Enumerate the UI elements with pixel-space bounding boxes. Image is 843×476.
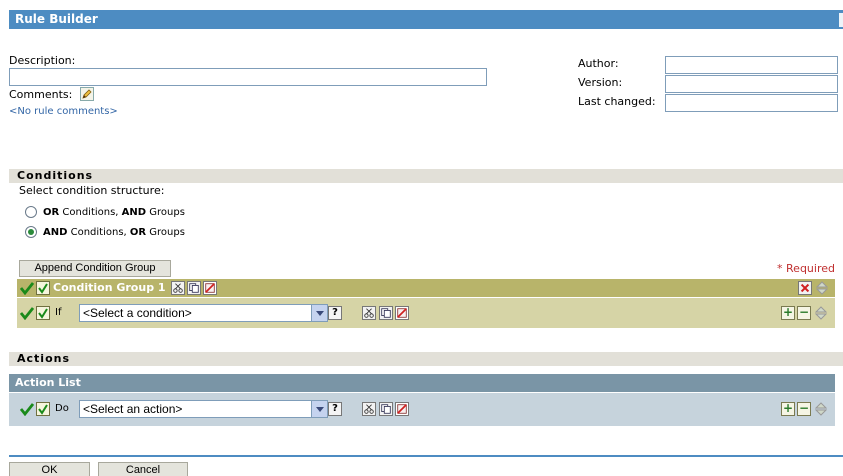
toggle-icon[interactable] [36,402,50,416]
delete-icon[interactable] [203,281,217,295]
chevron-down-icon [311,401,327,417]
append-condition-group-button[interactable]: Append Condition Group [19,260,171,277]
add-action-button[interactable]: + [781,402,795,416]
actions-section-title: Actions [17,352,70,365]
check-icon[interactable] [20,402,34,416]
check-icon[interactable] [20,306,34,320]
action-keyword: Do [55,403,69,414]
delete-icon[interactable] [395,306,409,320]
condition-select-value: <Select a condition> [83,306,192,320]
condition-group-title: Condition Group 1 [53,281,166,294]
version-label: Version: [578,76,623,89]
cut-icon[interactable] [362,402,376,416]
version-input[interactable] [665,75,838,93]
condition-structure-label: Select condition structure: [19,184,165,197]
action-select[interactable]: <Select an action> [79,400,328,418]
up-down-icon[interactable] [815,402,827,416]
minus-icon: − [798,305,810,319]
plus-icon: + [782,305,794,319]
plus-icon: + [782,401,794,415]
author-input[interactable] [665,56,838,74]
description-label: Description: [9,54,76,67]
add-condition-button[interactable]: + [781,306,795,320]
conditions-section-title: Conditions [17,169,94,182]
condition-group-header: Condition Group 1 [17,279,835,297]
up-down-icon[interactable] [816,281,828,295]
action-help-button[interactable]: ? [328,402,342,416]
toggle-icon[interactable] [36,281,50,295]
pencil-icon [82,89,92,99]
action-list-header: Action List [9,374,835,392]
minus-icon: − [798,401,810,415]
page-title: Rule Builder [15,12,98,26]
last-changed-label: Last changed: [578,95,656,108]
condition-select[interactable]: <Select a condition> [79,304,328,322]
action-select-value: <Select an action> [83,402,183,416]
delete-icon[interactable] [395,402,409,416]
rule-comments-text: <No rule comments> [9,106,118,117]
remove-action-button[interactable]: − [797,402,811,416]
condition-help-button[interactable]: ? [328,306,342,320]
copy-icon[interactable] [379,306,393,320]
condition-row: If <Select a condition> ? + − [17,298,835,328]
radio-and-conditions-label: AND Conditions, OR Groups [43,227,185,238]
copy-icon[interactable] [379,402,393,416]
description-input[interactable] [9,68,487,86]
actions-section-header: Actions [9,352,843,366]
ok-button[interactable]: OK [9,462,90,476]
toggle-icon[interactable] [36,306,50,320]
title-bar-edge [839,13,843,27]
up-down-icon[interactable] [815,306,827,320]
check-icon[interactable] [20,281,34,295]
chevron-down-icon [311,305,327,321]
radio-or-conditions-label: OR Conditions, AND Groups [43,207,185,218]
action-list-title: Action List [15,376,81,389]
remove-condition-button[interactable]: − [797,306,811,320]
comments-label: Comments: [9,88,73,101]
title-bar: Rule Builder [9,10,843,29]
cancel-button[interactable]: Cancel [98,462,188,476]
close-icon[interactable] [798,281,812,295]
radio-or-conditions[interactable] [25,206,37,218]
edit-comments-button[interactable] [80,87,94,101]
author-label: Author: [578,57,619,70]
cut-icon[interactable] [362,306,376,320]
footer-divider [9,455,843,457]
required-note: * Required [777,262,835,275]
action-row: Do <Select an action> ? + − [9,393,835,426]
last-changed-input[interactable] [665,94,838,112]
condition-keyword: If [55,307,62,318]
copy-icon[interactable] [187,281,201,295]
radio-and-conditions[interactable] [25,226,37,238]
conditions-section-header: Conditions [9,169,843,183]
cut-icon[interactable] [171,281,185,295]
